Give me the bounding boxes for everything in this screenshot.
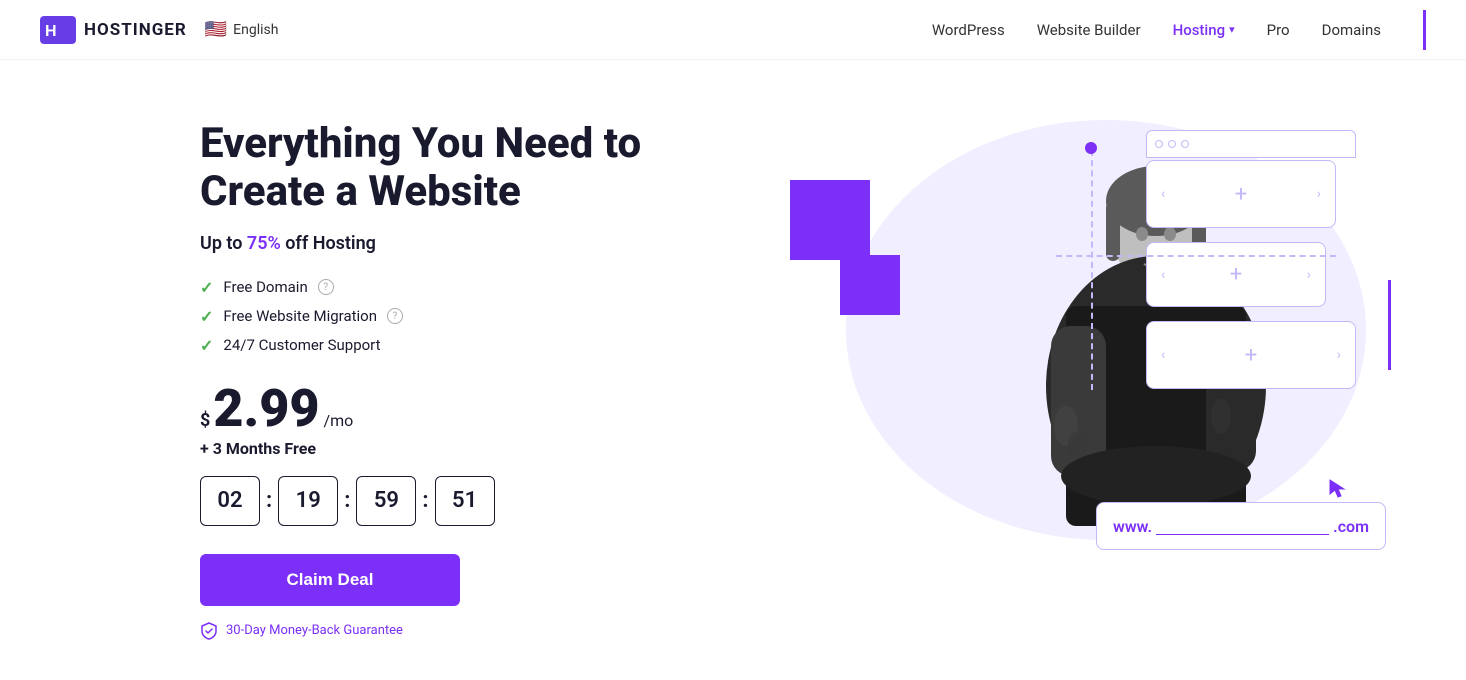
hero-subheadline: Up to 75% off Hosting [200, 233, 760, 254]
header-left: H HOSTINGER 🇺🇸 English [40, 16, 278, 44]
card-plus-1: + [1235, 182, 1247, 207]
features-list: ✓ Free Domain ? ✓ Free Website Migration… [200, 278, 760, 355]
feature-migration: ✓ Free Website Migration ? [200, 307, 760, 326]
header: H HOSTINGER 🇺🇸 English WordPress Website… [0, 0, 1466, 60]
price-dollar: $ [200, 410, 210, 431]
logo-text: HOSTINGER [84, 20, 187, 40]
language-selector[interactable]: 🇺🇸 English [205, 19, 279, 40]
flag-icon: 🇺🇸 [205, 19, 227, 40]
nav-item-pro[interactable]: Pro [1267, 21, 1290, 39]
card-arrow-left-2: ‹ [1161, 267, 1165, 283]
card-arrow-left-1: ‹ [1161, 186, 1165, 202]
card-arrow-right-1: › [1317, 186, 1321, 202]
hero-headline: Everything You Need to Create a Website [200, 120, 760, 217]
nav-item-domains[interactable]: Domains [1322, 21, 1381, 39]
guarantee-text: 30-Day Money-Back Guarantee [226, 623, 403, 638]
countdown-sep-1: : [266, 488, 272, 513]
dashed-vertical-line [1091, 150, 1093, 390]
domain-www: www. [1113, 517, 1152, 536]
price-section: $ 2.99 /mo + 3 Months Free [200, 383, 760, 458]
feature-support: ✓ 24/7 Customer Support [200, 336, 760, 355]
nav-item-website-builder[interactable]: Website Builder [1037, 21, 1141, 39]
purple-accent-line [1388, 280, 1391, 370]
hero-illustration: ‹ + › ‹ + › ‹ + › www. .com [760, 100, 1386, 600]
hosting-chevron-icon: ▾ [1229, 23, 1235, 36]
card-arrow-left-3: ‹ [1161, 347, 1165, 363]
svg-text:H: H [45, 23, 57, 40]
card-arrow-right-3: › [1337, 347, 1341, 363]
countdown-timer: 02 : 19 : 59 : 51 [200, 476, 760, 526]
countdown-seconds: 59 [356, 476, 416, 526]
browser-dot-1 [1155, 140, 1163, 148]
browser-bar [1146, 130, 1356, 158]
card-arrow-right-2: › [1307, 267, 1311, 283]
domain-com: .com [1333, 517, 1369, 536]
countdown-minutes: 19 [278, 476, 338, 526]
check-icon-1: ✓ [200, 278, 213, 297]
check-icon-3: ✓ [200, 336, 213, 355]
logo[interactable]: H HOSTINGER [40, 16, 187, 44]
info-icon-domain[interactable]: ? [318, 279, 334, 295]
language-label: English [233, 22, 278, 38]
bonus-text: + 3 Months Free [200, 439, 760, 458]
purple-dot [1085, 142, 1097, 154]
domain-underline [1156, 534, 1329, 535]
guarantee-row: 30-Day Money-Back Guarantee [200, 622, 760, 640]
hostinger-logo-icon: H [40, 16, 76, 44]
info-icon-migration[interactable]: ? [387, 308, 403, 324]
shield-icon [200, 622, 218, 640]
feature-free-domain: ✓ Free Domain ? [200, 278, 760, 297]
purple-square-2 [840, 255, 900, 315]
main-content: Everything You Need to Create a Website … [0, 60, 1466, 680]
ui-cards-group: ‹ + › ‹ + › ‹ + › [1146, 160, 1356, 389]
nav-item-hosting[interactable]: Hosting ▾ [1173, 21, 1235, 39]
countdown-hours: 02 [200, 476, 260, 526]
purple-square-1 [790, 180, 870, 260]
dashed-horizontal-line [1056, 255, 1336, 257]
nav-item-wordpress[interactable]: WordPress [932, 21, 1005, 39]
browser-dot-3 [1181, 140, 1189, 148]
main-nav: WordPress Website Builder Hosting ▾ Pro … [932, 10, 1426, 50]
card-plus-2: + [1230, 262, 1242, 287]
countdown-sep-3: : [422, 488, 428, 513]
price-row: $ 2.99 /mo [200, 383, 760, 435]
ui-card-bot: ‹ + › [1146, 321, 1356, 389]
ui-card-mid: ‹ + › [1146, 242, 1326, 307]
domain-bar: www. .com [1096, 502, 1386, 550]
cursor-icon [1328, 478, 1348, 505]
countdown-sep-2: : [344, 488, 350, 513]
price-amount: 2.99 [213, 383, 319, 435]
header-right-border [1423, 10, 1426, 50]
price-period: /mo [324, 411, 354, 430]
hero-left: Everything You Need to Create a Website … [200, 100, 760, 640]
card-plus-3: + [1245, 343, 1257, 368]
browser-dot-2 [1168, 140, 1176, 148]
countdown-ms: 51 [435, 476, 495, 526]
ui-card-top: ‹ + › [1146, 160, 1336, 228]
check-icon-2: ✓ [200, 307, 213, 326]
